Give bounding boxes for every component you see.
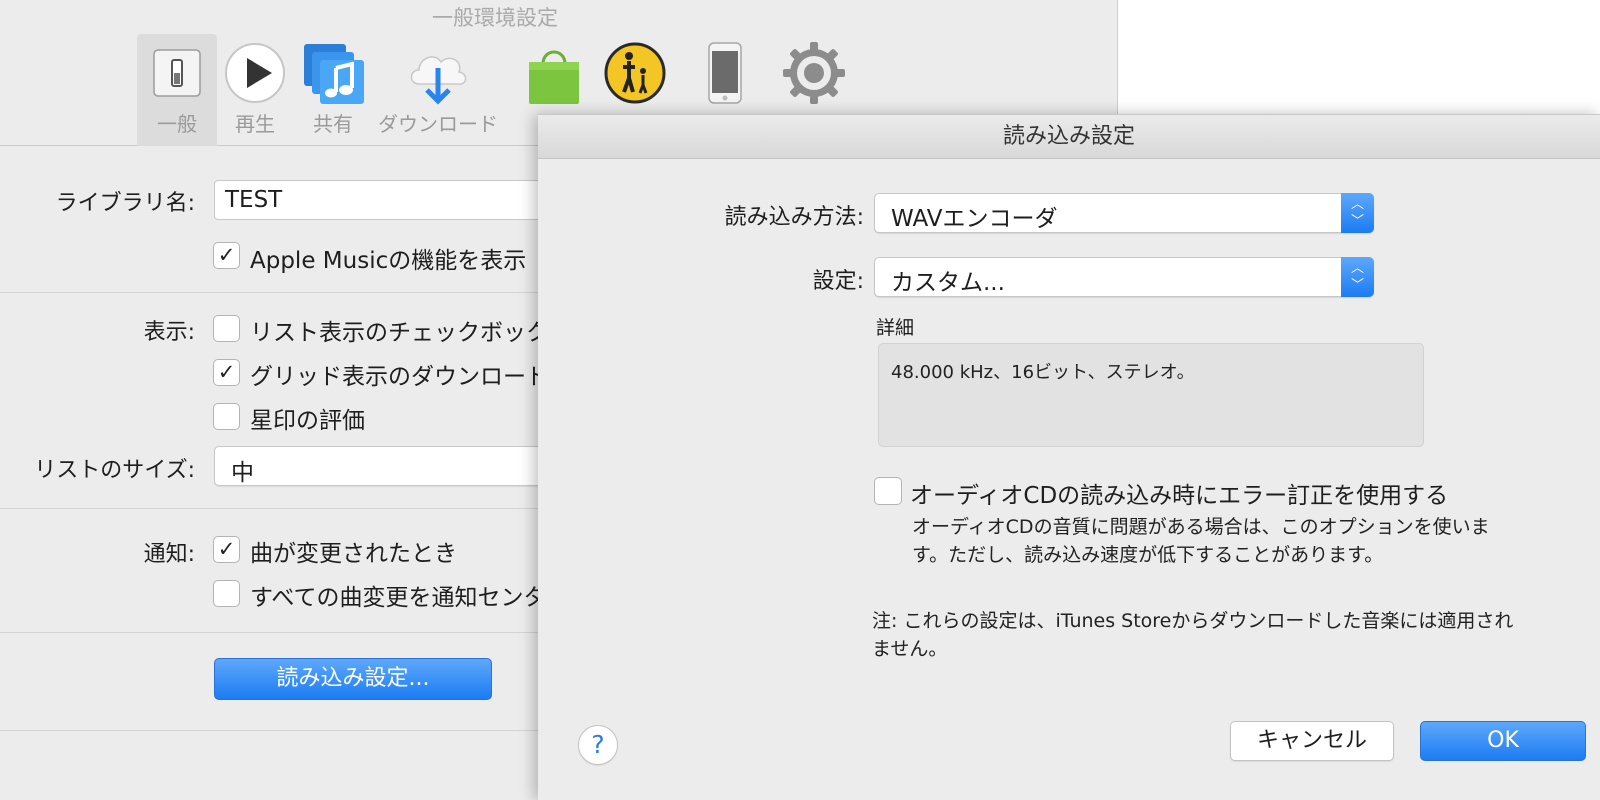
general-switch-icon bbox=[153, 49, 201, 97]
play-icon bbox=[225, 43, 285, 103]
display-label: 表示: bbox=[143, 320, 195, 345]
store-bag-icon bbox=[529, 50, 579, 104]
details-text: 48.000 kHz、16ビット、ステレオ。 bbox=[878, 343, 1424, 447]
star-rating-checkbox[interactable] bbox=[213, 403, 240, 430]
song-change-label: 曲が変更されたとき bbox=[250, 541, 457, 567]
error-correction-checkbox[interactable] bbox=[874, 477, 902, 505]
tab-downloads[interactable]: ダウンロード bbox=[376, 34, 500, 146]
notify-label: 通知: bbox=[143, 542, 195, 567]
itunes-store-note: 注: これらの設定は、iTunes Storeからダウンロードした音楽には適用さ… bbox=[872, 610, 1514, 660]
tab-playback[interactable]: 再生 bbox=[220, 34, 290, 146]
import-method-value: WAVエンコーダ bbox=[891, 206, 1058, 232]
setting-popup[interactable]: カスタム... ︿ ﹀ bbox=[874, 257, 1374, 297]
import-settings-button[interactable]: 読み込み設定... bbox=[214, 658, 492, 700]
library-name-label: ライブラリ名: bbox=[55, 191, 195, 216]
tab-sharing-label: 共有 bbox=[313, 112, 353, 136]
notify-center-checkbox[interactable] bbox=[213, 580, 240, 607]
library-name-field[interactable]: TEST bbox=[214, 180, 544, 220]
song-change-checkbox[interactable]: ✓ bbox=[213, 536, 240, 563]
setting-label: 設定: bbox=[812, 269, 864, 294]
sheet-title: 読み込み設定 bbox=[538, 115, 1600, 159]
popup-stepper-icon: ︿ ﹀ bbox=[1341, 193, 1374, 233]
import-method-popup[interactable]: WAVエンコーダ ︿ ﹀ bbox=[874, 193, 1374, 233]
apple-music-label: Apple Musicの機能を表示 bbox=[250, 248, 527, 274]
parental-icon bbox=[604, 42, 666, 104]
tab-downloads-label: ダウンロード bbox=[378, 112, 498, 136]
setting-value: カスタム... bbox=[891, 270, 1005, 296]
window-title: 一般環境設定 bbox=[432, 6, 558, 30]
tab-playback-label: 再生 bbox=[235, 112, 275, 136]
tab-sharing[interactable]: 共有 bbox=[298, 34, 368, 146]
gear-icon bbox=[783, 42, 845, 104]
apple-music-checkbox[interactable]: ✓ bbox=[213, 242, 240, 269]
popup-stepper-icon: ︿ ﹀ bbox=[1341, 257, 1374, 297]
help-button[interactable]: ? bbox=[578, 725, 618, 765]
cancel-button[interactable]: キャンセル bbox=[1230, 721, 1394, 761]
error-correction-description: オーディオCDの音質に問題がある場合は、このオプションを使います。ただし、読み込… bbox=[912, 516, 1490, 566]
music-sharing-icon bbox=[304, 44, 364, 104]
device-icon bbox=[708, 42, 742, 104]
star-rating-label: 星印の評価 bbox=[250, 408, 365, 434]
import-settings-sheet: 読み込み設定 読み込み方法: WAVエンコーダ ︿ ﹀ 設定: カスタム... ︿… bbox=[538, 114, 1600, 800]
grid-download-label: グリッド表示のダウンロード bbox=[250, 364, 549, 390]
cloud-download-icon bbox=[410, 56, 467, 105]
details-label: 詳細 bbox=[876, 317, 915, 339]
list-size-label: リストのサイズ: bbox=[34, 458, 195, 483]
list-checkbox-checkbox[interactable] bbox=[213, 315, 240, 342]
tab-general-label: 一般 bbox=[157, 112, 197, 136]
import-method-label: 読み込み方法: bbox=[724, 205, 864, 230]
list-size-popup[interactable]: 中 bbox=[214, 446, 544, 486]
ok-button[interactable]: OK bbox=[1420, 721, 1586, 761]
list-checkbox-label: リスト表示のチェックボックス bbox=[250, 320, 572, 346]
grid-download-checkbox[interactable]: ✓ bbox=[213, 359, 240, 386]
tab-general[interactable]: 一般 bbox=[137, 34, 217, 146]
error-correction-label: オーディオCDの読み込み時にエラー訂正を使用する bbox=[910, 483, 1449, 509]
notify-center-label: すべての曲変更を通知センター bbox=[250, 585, 570, 611]
